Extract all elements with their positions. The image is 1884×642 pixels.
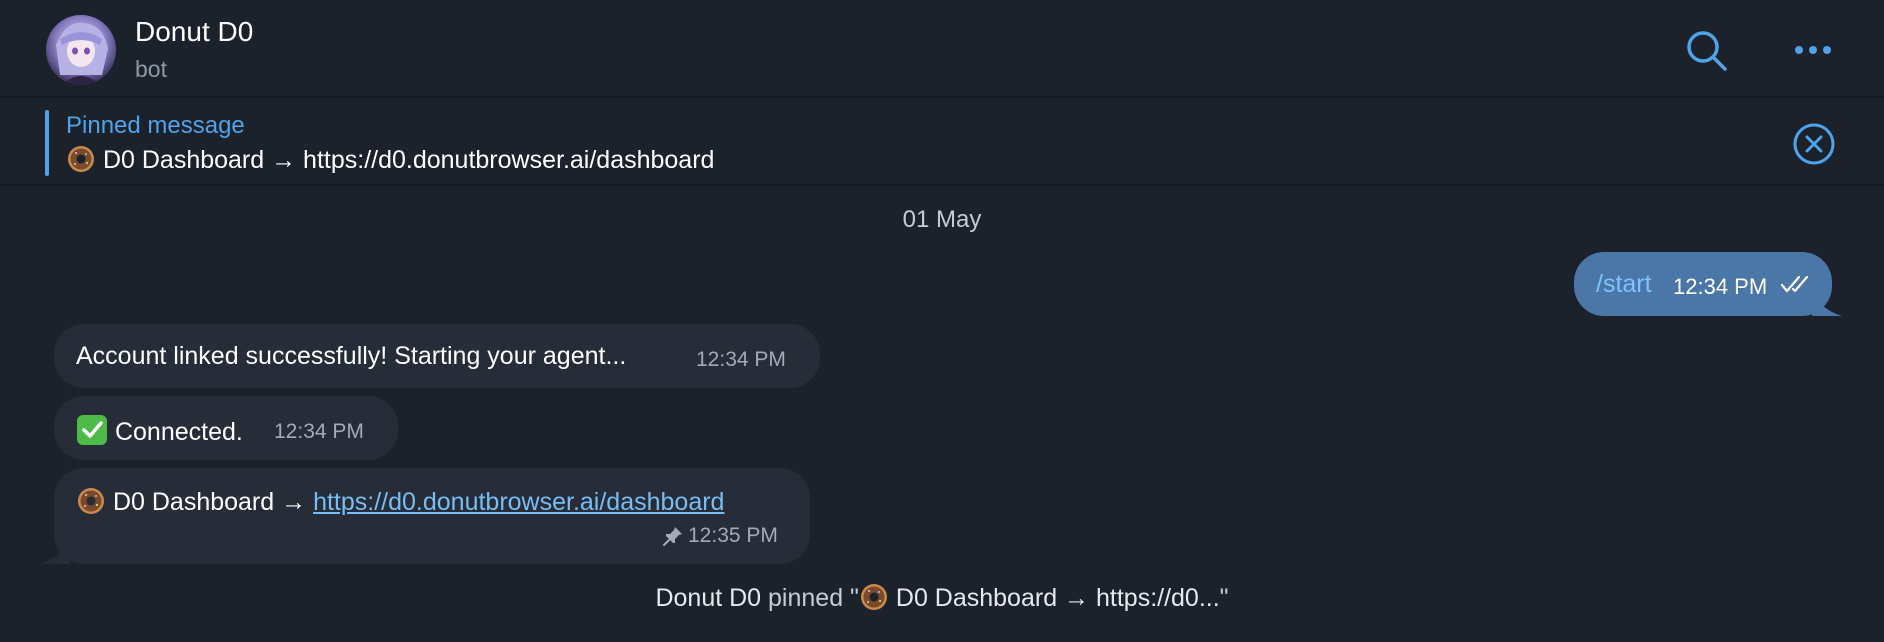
- outgoing-bubble-tail: [1812, 286, 1842, 316]
- more-options-button[interactable]: [1790, 30, 1840, 70]
- search-icon: [1687, 31, 1727, 71]
- chat-subtitle: bot: [135, 56, 167, 82]
- dashboard-link[interactable]: https://d0.donutbrowser.ai/dashboard: [313, 488, 724, 516]
- pinned-text-row: D0 Dashboard → https://d0.donutbrowser.a…: [66, 144, 714, 175]
- double-check-icon: [1780, 275, 1809, 293]
- message-text-prefix: D0 Dashboard →: [112, 488, 314, 516]
- message-text-row: Connected.: [76, 414, 243, 447]
- pinned-message-bar[interactable]: Pinned message D0 Dashboard → https://d0…: [0, 98, 1884, 186]
- chat-title[interactable]: Donut D0: [135, 16, 253, 48]
- service-message: Donut D0 pinned " D0 Dashboard → https:/…: [0, 582, 1884, 613]
- close-circle-icon: [1793, 123, 1835, 165]
- pinned-title: Pinned message: [66, 112, 245, 139]
- command-link[interactable]: /start: [1596, 270, 1652, 299]
- service-suffix: ": [1219, 584, 1229, 612]
- avatar-image: [46, 15, 116, 85]
- message-time: 12:34 PM: [1673, 274, 1768, 299]
- pinned-text: D0 Dashboard → https://d0.donutbrowser.a…: [102, 146, 715, 174]
- outgoing-message[interactable]: /start 12:34 PM: [1574, 252, 1832, 316]
- service-quote[interactable]: D0 Dashboard → https://d0...: [896, 584, 1220, 612]
- message-time: 12:34 PM: [696, 348, 786, 371]
- green-check-icon: [77, 415, 107, 445]
- message-time: 12:35 PM: [688, 524, 778, 547]
- incoming-message[interactable]: Account linked successfully! Starting yo…: [54, 324, 820, 388]
- more-dots-icon: [1795, 46, 1831, 54]
- message-text: Account linked successfully! Starting yo…: [76, 342, 627, 370]
- incoming-message[interactable]: Connected. 12:34 PM: [54, 396, 398, 460]
- incoming-message[interactable]: D0 Dashboard → https://d0.donutbrowser.a…: [54, 468, 810, 564]
- pinned-accent-bar: [45, 110, 49, 176]
- date-separator: 01 May: [902, 206, 982, 233]
- pin-icon: [663, 527, 682, 546]
- unpin-button[interactable]: [1792, 122, 1836, 166]
- service-action: pinned ": [768, 584, 859, 612]
- chat-header: Donut D0 bot: [0, 0, 1884, 98]
- message-text: Connected.: [114, 418, 243, 446]
- service-actor[interactable]: Donut D0: [655, 584, 761, 612]
- donut-icon: [68, 146, 94, 172]
- bot-avatar[interactable]: [46, 15, 116, 85]
- message-text-row: D0 Dashboard → https://d0.donutbrowser.a…: [76, 486, 724, 517]
- donut-icon: [860, 584, 887, 610]
- message-time: 12:34 PM: [274, 420, 364, 443]
- incoming-bubble-tail: [40, 534, 70, 564]
- donut-icon: [78, 488, 104, 514]
- search-button[interactable]: [1682, 26, 1732, 76]
